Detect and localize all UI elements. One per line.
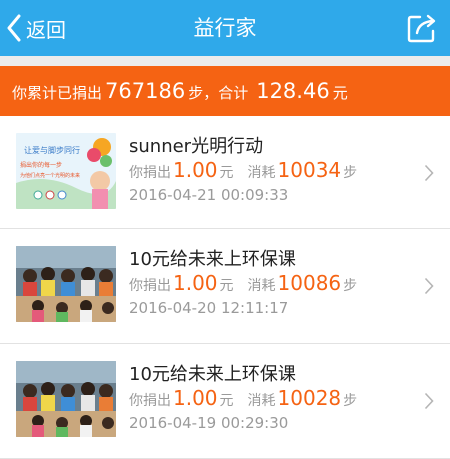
donation-title: 10元给未来上环保课 (129, 364, 296, 385)
donation-amount: 1.00 (173, 386, 218, 410)
summary-steps: 767186 (105, 79, 186, 103)
project-thumbnail (16, 361, 116, 437)
donation-date: 2016-04-21 00:09:33 (129, 186, 289, 204)
donation-steps: 10034 (277, 158, 342, 182)
consume-label: 消耗 (247, 165, 276, 181)
nav-bar: 返回 益行家 (0, 0, 450, 56)
back-label: 返回 (26, 17, 66, 42)
donation-summary-bar: 你累计已捐出 767186 步，合计 128.46 元 (0, 66, 450, 116)
donation-detail: 你捐出 1.00 元 消耗 10028 步 (129, 386, 357, 410)
consume-label: 消耗 (247, 278, 276, 294)
steps-label: 步 (343, 393, 358, 409)
steps-label: 步 (343, 165, 358, 181)
donation-steps: 10028 (277, 386, 342, 410)
summary-amount: 128.46 (256, 79, 330, 103)
steps-label: 步 (343, 278, 358, 294)
donation-detail: 你捐出 1.00 元 消耗 10034 步 (129, 158, 357, 182)
yuan-label: 元 (219, 278, 234, 294)
donation-detail: 你捐出 1.00 元 消耗 10086 步 (129, 271, 357, 295)
donate-label: 你捐出 (129, 165, 171, 181)
project-thumbnail (16, 246, 116, 322)
thumb-text-3: 为他们点亮一个光明的未来 (20, 172, 80, 179)
donation-title: sunner光明行动 (129, 136, 264, 157)
donation-amount: 1.00 (173, 158, 218, 182)
share-icon (407, 14, 436, 43)
thumb-text-2: 捐出你的每一步 (20, 161, 62, 169)
back-button[interactable]: 返回 (6, 11, 66, 45)
donation-list-item[interactable]: 10元给未来上环保课 你捐出 1.00 元 消耗 10028 步 2016-04… (0, 344, 450, 459)
chevron-left-icon (7, 14, 21, 42)
consume-label: 消耗 (247, 393, 276, 409)
project-thumbnail: 让爱与脚步同行 捐出你的每一步 为他们点亮一个光明的未来 (16, 133, 116, 209)
donate-label: 你捐出 (129, 278, 171, 294)
donation-list-item[interactable]: 10元给未来上环保课 你捐出 1.00 元 消耗 10086 步 2016-04… (0, 229, 450, 344)
donation-date: 2016-04-19 00:29:30 (129, 414, 289, 432)
donation-date: 2016-04-20 12:11:17 (129, 299, 289, 317)
page-title: 益行家 (193, 16, 257, 40)
yuan-label: 元 (219, 165, 234, 181)
donation-title: 10元给未来上环保课 (129, 249, 296, 270)
donation-steps: 10086 (277, 271, 342, 295)
donate-label: 你捐出 (129, 393, 171, 409)
donation-amount: 1.00 (173, 271, 218, 295)
summary-amount-unit: 元 (332, 84, 348, 102)
summary-prefix: 你累计已捐出 (12, 84, 103, 102)
share-button[interactable] (406, 12, 438, 44)
thumb-text-1: 让爱与脚步同行 (24, 145, 80, 155)
donation-list-item[interactable]: 让爱与脚步同行 捐出你的每一步 为他们点亮一个光明的未来 sunner光明行动 … (0, 116, 450, 229)
chevron-right-icon (424, 164, 434, 182)
yuan-label: 元 (219, 393, 234, 409)
donation-list: 让爱与脚步同行 捐出你的每一步 为他们点亮一个光明的未来 sunner光明行动 … (0, 116, 450, 459)
summary-steps-unit: 步，合计 (188, 84, 249, 102)
chevron-right-icon (424, 392, 434, 410)
chevron-right-icon (424, 277, 434, 295)
